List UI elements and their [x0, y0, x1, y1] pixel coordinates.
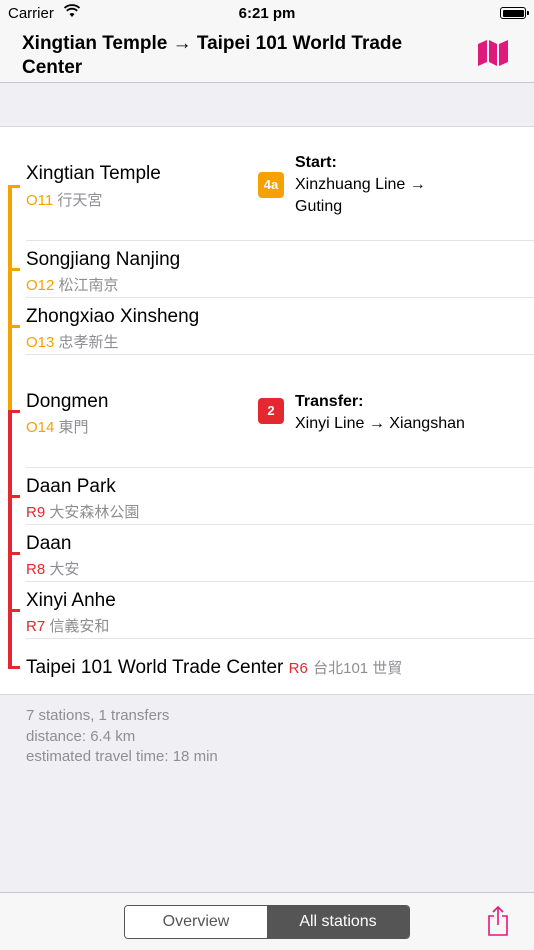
station-tick — [8, 268, 20, 271]
station-row[interactable]: Xinyi Anhe R7 信義安和 — [26, 582, 534, 639]
station-chinese-name: 信義安和 — [49, 618, 110, 635]
transfer-line: Xinyi Line → Xiangshan — [295, 415, 465, 432]
red-line-track — [8, 413, 12, 669]
station-code: O14 — [26, 419, 55, 436]
route-summary: 7 stations, 1 transfers distance: 6.4 km… — [26, 706, 218, 768]
station-code: R9 — [26, 504, 46, 521]
route-title: Xingtian Temple → Taipei 101 World Trade… — [22, 33, 403, 78]
station-code: O11 — [26, 192, 54, 209]
station-chinese-name: 大安森林公園 — [49, 504, 140, 521]
station-chinese-name: 台北101 世貿 — [313, 660, 403, 677]
station-row[interactable]: Taipei 101 World Trade Center R6 台北101 世… — [26, 639, 534, 695]
station-name: Zhongxiao Xinsheng — [26, 306, 200, 327]
station-row[interactable]: Daan Park R9 大安森林公園 — [26, 468, 534, 525]
start-direction: Guting — [295, 198, 343, 215]
station-tick — [8, 325, 20, 328]
segment-all-stations[interactable]: All stations — [267, 906, 409, 938]
station-count: 7 stations, 1 transfers — [26, 707, 170, 724]
station-tick — [8, 552, 20, 555]
station-chinese-name: 東門 — [58, 419, 89, 436]
station-tick — [8, 495, 20, 498]
bottom-toolbar: Overview All stations — [0, 892, 534, 950]
station-name: Xinyi Anhe — [26, 590, 116, 611]
navigation-bar: Xingtian Temple → Taipei 101 World Trade… — [0, 28, 534, 83]
station-row[interactable]: Daan R8 大安 — [26, 525, 534, 582]
map-icon[interactable] — [478, 40, 508, 66]
view-segmented-control: Overview All stations — [124, 905, 410, 939]
station-code: R7 — [26, 618, 46, 635]
battery-icon — [500, 7, 529, 19]
status-time: 6:21 pm — [238, 5, 296, 22]
station-row[interactable]: Songjiang Nanjing O12 松江南京 — [26, 241, 534, 298]
station-chinese-name: 大安 — [49, 561, 80, 578]
station-tick — [8, 185, 20, 188]
start-instruction: Start: Xinzhuang Line → Guting — [295, 152, 426, 218]
station-tick — [8, 666, 20, 669]
line-badge-2: 2 — [258, 398, 284, 424]
station-code: O13 — [26, 334, 55, 351]
line-badge-4a: 4a — [258, 172, 284, 198]
travel-time: estimated travel time: 18 min — [26, 748, 218, 765]
orange-line-track — [8, 185, 12, 413]
station-list: Xingtian Temple O11 行天宮 Songjiang Nanjin… — [0, 127, 534, 695]
start-line: Xinzhuang Line → — [295, 176, 426, 193]
station-name: Xingtian Temple — [26, 163, 161, 184]
transfer-instruction: Transfer: Xinyi Line → Xiangshan — [295, 391, 465, 435]
station-code: O12 — [26, 277, 55, 294]
station-name: Dongmen — [26, 391, 109, 412]
station-code: R8 — [26, 561, 46, 578]
station-name: Songjiang Nanjing — [26, 249, 181, 270]
station-code: R6 — [288, 660, 308, 677]
share-icon[interactable] — [486, 905, 510, 937]
station-row[interactable]: Zhongxiao Xinsheng O13 忠孝新生 — [26, 298, 534, 355]
station-tick — [8, 609, 20, 612]
station-chinese-name: 行天宮 — [57, 192, 103, 209]
header-spacer — [0, 83, 534, 127]
station-tick — [8, 410, 20, 413]
station-chinese-name: 忠孝新生 — [58, 334, 119, 351]
start-heading: Start: — [295, 154, 337, 171]
transfer-heading: Transfer: — [295, 393, 364, 410]
station-name: Daan — [26, 533, 72, 554]
route-distance: distance: 6.4 km — [26, 727, 136, 745]
status-bar: Carrier 6:21 pm — [0, 0, 534, 28]
segment-overview[interactable]: Overview — [125, 906, 267, 938]
station-name: Taipei 101 World Trade Center — [26, 657, 284, 678]
station-chinese-name: 松江南京 — [58, 277, 119, 294]
station-name: Daan Park — [26, 476, 116, 497]
